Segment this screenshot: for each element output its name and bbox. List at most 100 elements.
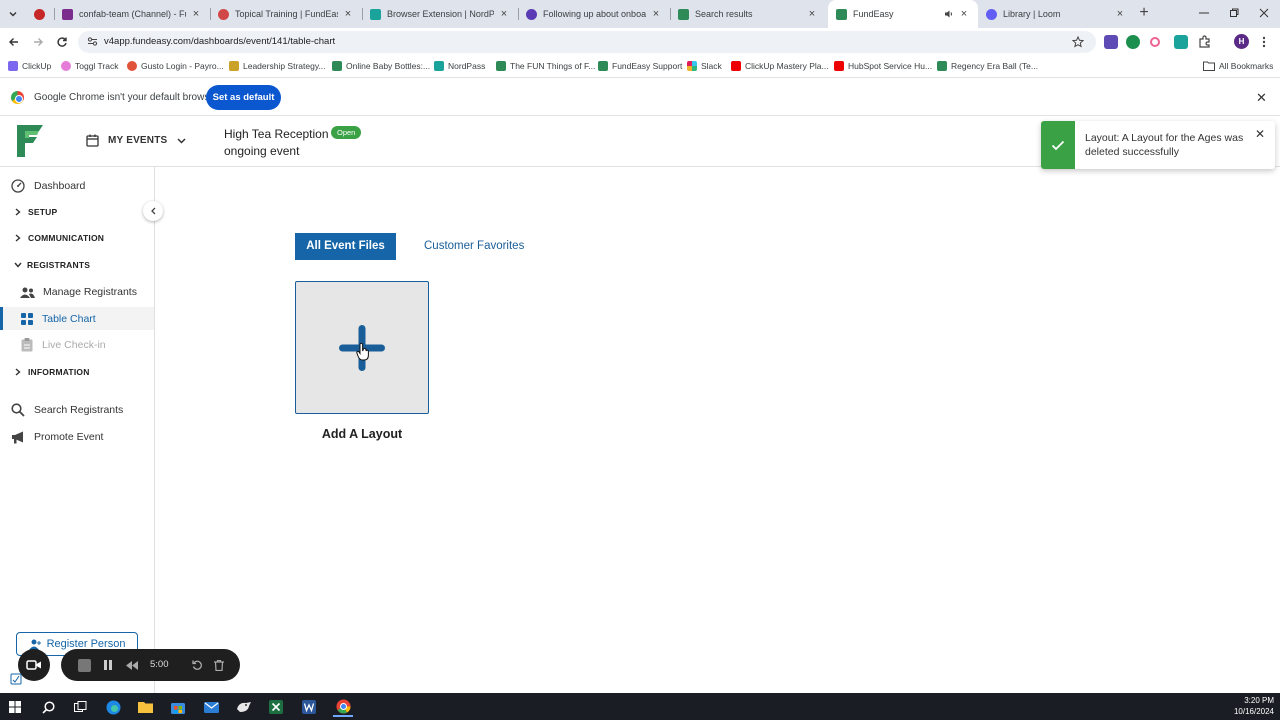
minimize-icon[interactable] [1194, 4, 1214, 22]
sidebar-section-information[interactable]: INFORMATION [0, 364, 154, 380]
extension-icon[interactable] [1104, 35, 1118, 49]
tab-title: Library | Loom [1003, 9, 1061, 19]
sidebar-item-live-checkin[interactable]: Live Check-in [0, 335, 154, 355]
bookmark-label: HubSpot Service Hu... [848, 61, 933, 71]
app-icon[interactable] [234, 697, 254, 717]
status-badge: Open [331, 126, 362, 139]
forward-icon[interactable] [30, 34, 46, 50]
sidebar-section-label: INFORMATION [28, 367, 90, 377]
add-layout-label: Add A Layout [321, 427, 403, 441]
word-icon[interactable] [299, 697, 319, 717]
my-events-dropdown[interactable]: MY EVENTS [86, 134, 186, 147]
file-explorer-icon[interactable] [135, 697, 155, 717]
extension-icon[interactable] [1150, 37, 1160, 47]
rewind-icon[interactable] [125, 658, 139, 672]
close-icon[interactable]: × [190, 8, 202, 20]
set-default-button[interactable]: Set as default [206, 85, 281, 110]
sidebar-item-promote-event[interactable]: Promote Event [0, 427, 154, 447]
close-icon[interactable]: × [1114, 8, 1126, 20]
tab-all-event-files[interactable]: All Event Files [295, 233, 396, 260]
bookmark-item[interactable]: Online Baby Bottles:... [332, 61, 430, 71]
slack-icon [687, 61, 697, 71]
sidebar-section-communication[interactable]: COMMUNICATION [0, 230, 154, 246]
new-tab-icon[interactable]: + [1136, 5, 1152, 21]
sidebar-section-registrants[interactable]: REGISTRANTS [0, 257, 154, 273]
browser-toolbar: v4app.fundeasy.com/dashboards/event/141/… [0, 28, 1280, 56]
address-bar[interactable]: v4app.fundeasy.com/dashboards/event/141/… [78, 31, 1096, 53]
browser-tab[interactable]: Library | Loom × [978, 0, 1134, 28]
bookmark-item[interactable]: Regency Era Ball (Te... [937, 61, 1038, 71]
sidebar-item-label: Dashboard [34, 180, 86, 192]
browser-tab[interactable]: Browser Extension | NordPass × [362, 0, 518, 28]
sidebar-item-table-chart[interactable]: Table Chart [0, 307, 154, 330]
bookmark-item[interactable]: Slack [687, 61, 722, 71]
bookmark-item[interactable]: Toggl Track [61, 61, 118, 71]
sidebar-section-label: REGISTRANTS [27, 260, 91, 270]
close-icon[interactable]: × [958, 8, 970, 20]
edge-icon[interactable] [103, 697, 123, 717]
browser-tab[interactable]: Search results × [670, 0, 826, 28]
windows-start-icon[interactable] [5, 697, 25, 717]
bookmark-item[interactable]: Gusto Login - Payro... [127, 61, 224, 71]
bookmark-item[interactable]: The FUN Things of F... [496, 61, 595, 71]
window-close-icon[interactable] [1254, 4, 1274, 22]
bookmark-item[interactable]: HubSpot Service Hu... [834, 61, 932, 71]
close-icon[interactable]: × [342, 8, 354, 20]
chevron-down-icon [14, 262, 22, 268]
pause-icon[interactable] [101, 658, 115, 672]
speaker-icon[interactable] [944, 9, 954, 19]
stop-icon[interactable] [77, 658, 91, 672]
sidebar-section-setup[interactable]: SETUP [0, 204, 154, 220]
nordpass-extension-icon[interactable] [1174, 35, 1188, 49]
system-clock[interactable]: 3:20 PM 10/16/2024 [1234, 695, 1274, 717]
bookmark-star-icon[interactable] [1072, 36, 1084, 48]
close-icon[interactable]: ✕ [1256, 91, 1267, 104]
browser-tab[interactable]: confab-team (Channel) - Fund × [54, 0, 210, 28]
camera-icon[interactable] [18, 649, 50, 681]
search-icon[interactable] [38, 697, 58, 717]
grammarly-icon[interactable] [1126, 35, 1140, 49]
tab-customer-favorites[interactable]: Customer Favorites [424, 240, 524, 252]
sidebar-item-label: Live Check-in [42, 339, 106, 351]
sidebar-item-manage-registrants[interactable]: Manage Registrants [0, 282, 154, 302]
bookmark-item[interactable]: Leadership Strategy... [229, 61, 326, 71]
bookmark-item[interactable]: ClickUp Mastery Pla... [731, 61, 829, 71]
task-view-icon[interactable] [70, 697, 90, 717]
nordpass-icon [434, 61, 444, 71]
profile-avatar[interactable]: H [1234, 34, 1249, 49]
close-icon[interactable]: × [806, 8, 818, 20]
tab-title: Browser Extension | NordPass [387, 9, 494, 19]
all-bookmarks[interactable]: All Bookmarks [1203, 61, 1273, 71]
tab-search-icon[interactable] [4, 5, 22, 23]
tray-notification-icon[interactable] [10, 673, 22, 685]
browser-tab[interactable]: Topical Training | FundEasy (L × [210, 0, 362, 28]
sidebar-item-search-registrants[interactable]: Search Registrants [0, 400, 154, 420]
trash-icon[interactable] [212, 658, 226, 672]
fundeasy-logo[interactable] [17, 125, 45, 157]
browser-tab-active[interactable]: FundEasy × [828, 0, 978, 28]
tab-pinned[interactable] [26, 0, 54, 28]
clock-time: 3:20 PM [1244, 696, 1274, 705]
sidebar-item-dashboard[interactable]: Dashboard [0, 176, 154, 196]
extensions-puzzle-icon[interactable] [1198, 35, 1212, 49]
store-icon[interactable] [168, 697, 188, 717]
chrome-taskbar-icon[interactable] [333, 697, 353, 717]
bookmark-item[interactable]: NordPass [434, 61, 485, 71]
bookmark-item[interactable]: FundEasy Support [598, 61, 682, 71]
back-icon[interactable] [6, 34, 22, 50]
close-icon[interactable]: × [650, 8, 662, 20]
excel-icon[interactable] [266, 697, 286, 717]
search-icon [11, 403, 25, 417]
restore-icon[interactable] [1224, 4, 1244, 22]
browser-menu-icon[interactable] [1262, 36, 1266, 48]
mail-icon[interactable] [201, 697, 221, 717]
reload-icon[interactable] [54, 34, 70, 50]
toast-close-icon[interactable]: ✕ [1255, 127, 1265, 141]
site-info-icon[interactable] [87, 36, 98, 47]
bookmark-label: FundEasy Support [612, 61, 683, 71]
youtube-icon [834, 61, 844, 71]
restart-icon[interactable] [190, 658, 204, 672]
close-icon[interactable]: × [498, 8, 510, 20]
browser-tab[interactable]: Following up about onboardin × [518, 0, 670, 28]
bookmark-item[interactable]: ClickUp [8, 61, 51, 71]
